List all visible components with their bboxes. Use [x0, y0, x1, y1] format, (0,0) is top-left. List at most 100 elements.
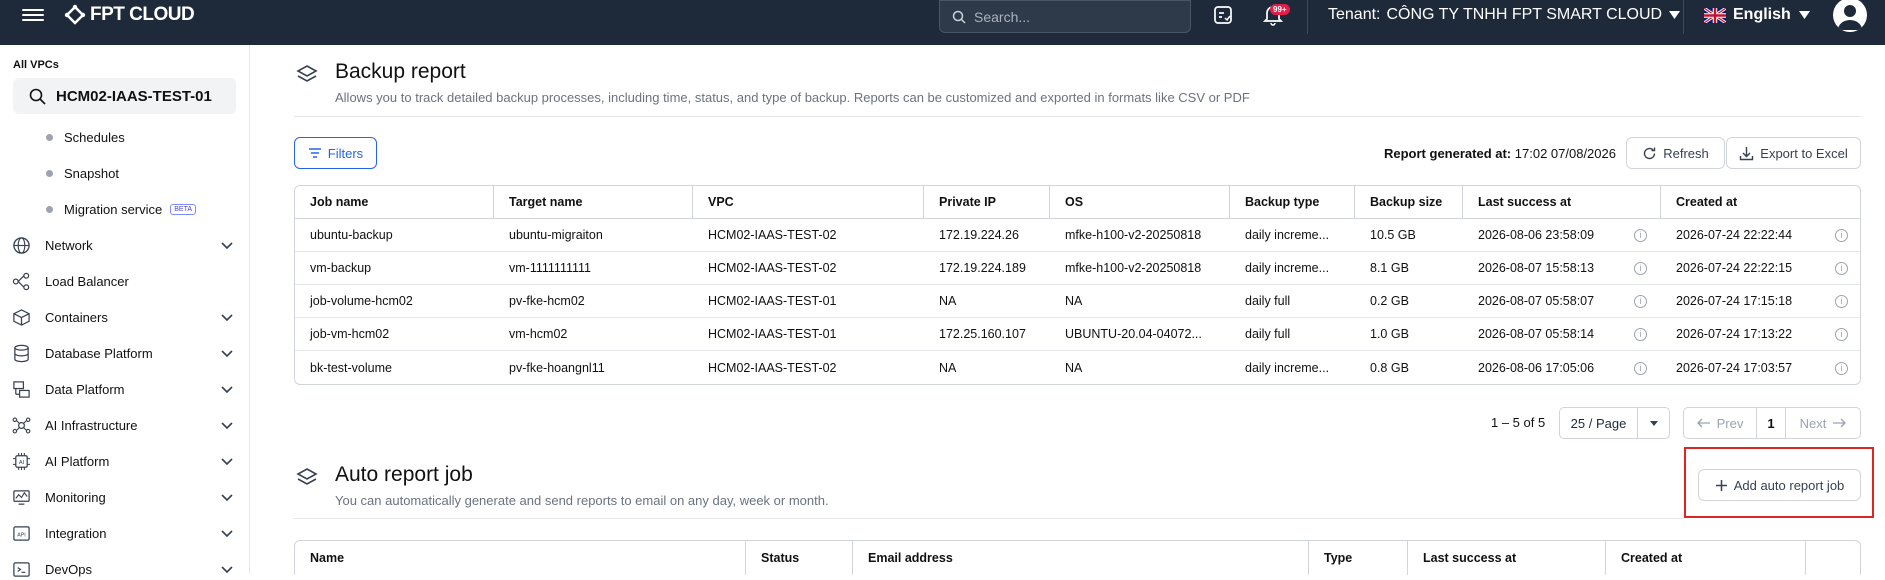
- cell-text: 0.8 GB: [1370, 360, 1409, 375]
- info-icon[interactable]: i: [1634, 262, 1647, 275]
- sidebar-item-label: Containers: [45, 309, 108, 325]
- cell-text: NA: [939, 294, 957, 308]
- cell-job-name: ubuntu-backup: [295, 219, 494, 252]
- sidebar-item-network[interactable]: Network: [12, 234, 234, 256]
- vpc-selector[interactable]: HCM02-IAAS-TEST-01: [13, 78, 236, 114]
- cell-text: HCM02-IAAS-TEST-02: [708, 261, 837, 275]
- sidebar-item-data-platform[interactable]: Data Platform: [12, 378, 234, 400]
- cell-text: 2026-07-24 17:15:18: [1676, 294, 1793, 308]
- sidebar-item-ai-platform[interactable]: AI AI Platform: [12, 450, 234, 472]
- cell-text: 1.0 GB: [1370, 327, 1409, 341]
- sidebar-item-ai-infrastructure[interactable]: AI Infrastructure: [12, 414, 234, 436]
- info-icon[interactable]: i: [1835, 328, 1848, 341]
- sidebar: All VPCs HCM02-IAAS-TEST-01 Schedules Sn…: [0, 45, 250, 577]
- info-icon[interactable]: i: [1634, 361, 1647, 375]
- sidebar-item-load-balancer[interactable]: Load Balancer: [12, 270, 234, 292]
- avatar[interactable]: [1833, 0, 1867, 32]
- svg-text:API: API: [17, 532, 25, 538]
- info-icon[interactable]: i: [1835, 262, 1848, 275]
- cell-target-name: pv-fke-hcm02: [494, 285, 693, 318]
- cell-text: daily full: [1245, 327, 1291, 341]
- divider: [294, 518, 1684, 519]
- cell-created-at: 2026-07-24 17:15:18 i: [1661, 285, 1860, 318]
- column-header-last-success[interactable]: Last success at: [1408, 541, 1606, 575]
- cell-text: mfke-h100-v2-20250818: [1065, 261, 1202, 275]
- cell-text: 2026-08-07 05:58:14: [1478, 327, 1595, 341]
- column-header-type[interactable]: Type: [1309, 541, 1408, 575]
- table-row[interactable]: vm-backup vm-1111111111 HCM02-IAAS-TEST-02…: [295, 252, 1860, 285]
- column-header-last-success[interactable]: Last success at: [1463, 186, 1661, 219]
- globe-icon: [13, 236, 30, 254]
- cell-vpc: HCM02-IAAS-TEST-02: [693, 252, 924, 285]
- task-list-icon[interactable]: [1213, 4, 1233, 26]
- cell-text: 2026-07-24 17:03:57: [1676, 360, 1793, 375]
- per-page-select[interactable]: 25 / Page: [1559, 407, 1670, 439]
- sidebar-item-schedules[interactable]: Schedules: [46, 130, 125, 145]
- table-header-row: Job name Target name VPC Private IP OS B…: [295, 186, 1860, 219]
- column-header-backup-size[interactable]: Backup size: [1355, 186, 1463, 219]
- cell-job-name: bk-test-volume: [295, 351, 494, 384]
- column-header-created-at[interactable]: Created at: [1606, 541, 1806, 575]
- table-row[interactable]: bk-test-volume pv-fke-hoangnl11 HCM02-IAAS…: [295, 351, 1860, 384]
- export-excel-button[interactable]: Export to Excel: [1726, 137, 1861, 169]
- cell-os: NA: [1050, 351, 1230, 384]
- beta-badge: BETA: [170, 204, 197, 215]
- table-row[interactable]: job-vm-hcm02 vm-hcm02 HCM02-IAAS-TEST-01 17…: [295, 318, 1860, 351]
- info-icon[interactable]: i: [1835, 229, 1848, 242]
- pagination-summary: 1 – 5 of 5: [1491, 415, 1546, 430]
- cell-private-ip: NA: [924, 351, 1050, 384]
- column-header-target-name[interactable]: Target name: [494, 186, 693, 219]
- column-header-created-at[interactable]: Created at: [1661, 186, 1860, 219]
- sidebar-item-label: Network: [45, 237, 93, 253]
- brand-logo[interactable]: FPT CLOUD: [64, 4, 195, 26]
- cell-os: UBUNTU-20.04-04072...: [1050, 318, 1230, 351]
- topbar-divider: [1307, 0, 1308, 34]
- tenant-selector[interactable]: Tenant: CÔNG TY TNHH FPT SMART CLOUD: [1328, 6, 1681, 24]
- sidebar-item-database-platform[interactable]: Database Platform: [12, 342, 234, 364]
- sidebar-item-snapshot[interactable]: Snapshot: [46, 166, 119, 181]
- language-selector[interactable]: English: [1704, 6, 1811, 24]
- table-row[interactable]: job-volume-hcm02 pv-fke-hcm02 HCM02-IAAS-T…: [295, 285, 1860, 318]
- topbar-divider: [1683, 0, 1684, 34]
- info-icon[interactable]: i: [1634, 328, 1647, 341]
- cell-last-success-at: 2026-08-06 23:58:09 i: [1463, 219, 1661, 252]
- table-row[interactable]: ubuntu-backup ubuntu-migraiton HCM02-IAAS-…: [295, 219, 1860, 252]
- column-header-backup-type[interactable]: Backup type: [1230, 186, 1355, 219]
- sidebar-item-monitoring[interactable]: Monitoring: [12, 486, 234, 508]
- column-header-job-name[interactable]: Job name: [295, 186, 494, 219]
- page-1-button[interactable]: 1: [1756, 408, 1786, 438]
- column-header-status[interactable]: Status: [746, 541, 853, 575]
- column-header-os[interactable]: OS: [1050, 186, 1230, 219]
- menu-icon[interactable]: [22, 6, 44, 24]
- column-header-name[interactable]: Name: [295, 541, 746, 575]
- cell-backup-type: daily increme...: [1230, 219, 1355, 252]
- info-icon[interactable]: i: [1835, 361, 1848, 375]
- cell-target-name: vm-hcm02: [494, 318, 693, 351]
- refresh-button[interactable]: Refresh: [1626, 137, 1725, 169]
- next-button[interactable]: Next: [1786, 408, 1860, 438]
- sidebar-item-integration[interactable]: API Integration: [12, 522, 234, 544]
- download-icon: [1740, 146, 1754, 160]
- info-icon[interactable]: i: [1835, 295, 1848, 308]
- info-icon[interactable]: i: [1634, 295, 1647, 308]
- filters-button[interactable]: Filters: [294, 137, 377, 169]
- column-header-private-ip[interactable]: Private IP: [924, 186, 1050, 219]
- prev-button[interactable]: Prev: [1684, 408, 1756, 438]
- sidebar-item-label: Migration service: [64, 202, 163, 217]
- search-input[interactable]: Search...: [939, 0, 1191, 33]
- ai-infra-icon: [12, 417, 31, 433]
- sidebar-item-label: Integration: [45, 525, 107, 541]
- cell-text: 2026-07-24 22:22:15: [1676, 261, 1793, 275]
- cell-text: daily increme...: [1245, 261, 1330, 275]
- sidebar-item-migration-service[interactable]: Migration service BETA: [46, 202, 197, 217]
- column-header-email[interactable]: Email address: [853, 541, 1309, 575]
- sidebar-item-label: AI Platform: [45, 453, 110, 469]
- per-page-toggle[interactable]: [1637, 408, 1669, 438]
- chevron-down-icon: [1669, 11, 1681, 19]
- column-header-vpc[interactable]: VPC: [693, 186, 924, 219]
- load-balancer-icon: [12, 272, 30, 290]
- info-icon[interactable]: i: [1634, 229, 1647, 242]
- sidebar-item-devops[interactable]: DevOps: [12, 558, 234, 580]
- add-auto-report-job-button[interactable]: Add auto report job: [1698, 469, 1861, 501]
- sidebar-item-containers[interactable]: Containers: [12, 306, 234, 328]
